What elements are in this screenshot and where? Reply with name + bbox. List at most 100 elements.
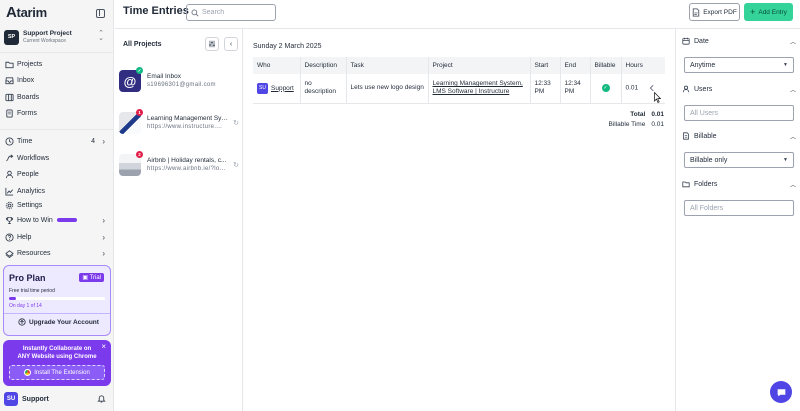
search-box[interactable] <box>186 4 276 21</box>
sidebar-item-forms[interactable]: Forms <box>5 106 109 120</box>
project-url: s19696301@gmail.com <box>147 82 216 88</box>
filter-settings-icon[interactable] <box>205 37 219 51</box>
projects-panel-title: All Projects <box>123 41 162 48</box>
billable-select-value: Billable only <box>690 156 728 164</box>
chevron-updown-icon: ⌃ ⌄ <box>98 30 104 42</box>
project-cell[interactable]: Learning Management System, LMS Software… <box>428 74 531 104</box>
task-cell[interactable]: Lets use new logo design <box>346 74 429 104</box>
page-header: Time Entries Export PDF + Add Entry <box>115 0 800 27</box>
workspace-switcher[interactable]: SP Support Project Current Workspace ⌃ ⌄ <box>4 27 108 47</box>
trophy-icon <box>5 216 14 225</box>
sidebar-item-settings[interactable]: Settings <box>5 200 109 210</box>
filter-users-header[interactable]: Users ︿ <box>682 83 796 95</box>
hours-value: 0.01 <box>625 84 639 92</box>
project-name: Learning Management Sys... <box>147 115 229 122</box>
sidebar-item-people[interactable]: People <box>5 167 109 181</box>
chevron-down-icon: ▼ <box>783 157 788 163</box>
total-value: 0.01 <box>651 111 664 118</box>
table-header-row: Who Description Task Project Start End B… <box>253 57 665 74</box>
filter-billable-header[interactable]: Billable ︿ <box>682 130 796 142</box>
status-badge: ✓ <box>136 67 143 74</box>
end-time: 12:34 <box>564 80 581 88</box>
notification-badge: 2 <box>136 151 143 158</box>
sidebar-item-analytics[interactable]: Analytics <box>5 184 109 198</box>
filter-date-header[interactable]: Date ︿ <box>682 35 796 47</box>
date-select-value: Anytime <box>690 61 716 69</box>
who-name[interactable]: Support <box>271 85 294 92</box>
billable-select[interactable]: Billable only ▼ <box>684 152 794 168</box>
filter-users-label: Users <box>694 85 713 93</box>
project-thumbnail: 1 <box>119 109 143 134</box>
users-input[interactable]: All Users <box>684 105 794 121</box>
filter-date-label: Date <box>694 37 709 45</box>
column-header[interactable]: Who <box>253 57 301 74</box>
filter-folders-header[interactable]: Folders ︿ <box>682 178 796 190</box>
project-item[interactable]: 2 Airbnb | Holiday rentals, c... https:/… <box>119 151 243 179</box>
chat-icon[interactable] <box>770 381 792 403</box>
column-header[interactable]: Start <box>530 57 561 74</box>
date-select[interactable]: Anytime ▼ <box>684 57 794 73</box>
description-line: description <box>304 88 336 96</box>
project-item[interactable]: 1 Learning Management Sys... https://www… <box>119 109 243 137</box>
upgrade-account-button[interactable]: Upgrade Your Account <box>18 318 99 326</box>
sidebar-item-time[interactable]: Time 4 › <box>5 134 109 148</box>
collapse-panel-icon[interactable]: ‹ <box>224 37 238 51</box>
start-cell[interactable]: 12:33 PM <box>530 74 561 104</box>
project-url: https://www.airbnb.ie/?lo... <box>147 166 226 172</box>
collapse-sidebar-icon[interactable] <box>96 9 105 18</box>
link-icon[interactable]: ↻ <box>233 161 239 169</box>
chevron-right-icon: › <box>102 248 105 258</box>
how-to-win-progress <box>56 218 77 222</box>
chevron-right-icon: › <box>102 136 105 146</box>
billable-cell[interactable]: ✓ <box>590 74 622 104</box>
start-time: 12:33 <box>534 80 551 88</box>
bell-icon[interactable] <box>97 394 106 403</box>
export-pdf-button[interactable]: Export PDF <box>689 3 740 21</box>
project-line: LMS Software | Instructure <box>432 88 510 96</box>
app-logo[interactable]: Atarim <box>6 4 47 21</box>
sidebar-item-boards[interactable]: Boards <box>5 90 109 104</box>
divider <box>4 313 110 314</box>
column-header[interactable]: Billable <box>590 57 622 74</box>
end-cell[interactable]: 12:34 PM <box>560 74 591 104</box>
column-header[interactable]: Description <box>300 57 347 74</box>
extension-promo-line1: Instantly Collaborate on <box>22 346 92 352</box>
user-icon <box>5 170 14 179</box>
sidebar: Atarim SP Support Project Current Worksp… <box>0 0 114 411</box>
column-header[interactable]: Hours <box>621 57 665 74</box>
user-profile[interactable]: SU Support <box>4 391 110 407</box>
link-icon[interactable]: ↻ <box>233 119 239 127</box>
billable-time-row: Billable Time 0.01 <box>574 121 664 128</box>
sidebar-item-projects[interactable]: Projects <box>5 57 109 71</box>
install-extension-button[interactable]: Install The Extension <box>9 365 105 380</box>
projects-panel: All Projects ‹ @ ✓ Email Inbox s19696301… <box>115 29 243 411</box>
sidebar-item-help[interactable]: Help › <box>5 230 109 244</box>
pro-plan-card: Pro Plan ▣ Trial Free trial time period … <box>3 265 111 336</box>
table-row[interactable]: SU Support no description Lets use new lo… <box>253 74 665 104</box>
project-thumbnail: 2 <box>119 151 143 176</box>
column-header[interactable]: Task <box>346 57 429 74</box>
user-name: Support <box>22 395 49 403</box>
description-line: no <box>304 80 312 88</box>
folders-placeholder: All Folders <box>690 204 724 212</box>
sidebar-item-label: Help <box>17 233 32 241</box>
project-name: Airbnb | Holiday rentals, c... <box>147 157 227 164</box>
logo-mark: A <box>6 4 17 21</box>
search-icon <box>191 9 199 17</box>
add-entry-button[interactable]: + Add Entry <box>744 3 793 21</box>
chevron-left-icon[interactable] <box>648 84 656 92</box>
sidebar-item-how-to-win[interactable]: How to Win › <box>5 213 109 227</box>
upgrade-label: Upgrade Your Account <box>29 318 99 326</box>
project-item[interactable]: @ ✓ Email Inbox s19696301@gmail.com <box>119 67 243 95</box>
column-header[interactable]: End <box>560 57 591 74</box>
column-header[interactable]: Project <box>428 57 531 74</box>
sidebar-item-inbox[interactable]: Inbox <box>5 73 109 87</box>
description-cell[interactable]: no description <box>300 74 347 104</box>
search-input[interactable] <box>202 9 272 16</box>
sidebar-item-resources[interactable]: Resources › <box>5 246 109 260</box>
sidebar-item-workflows[interactable]: Workflows <box>5 151 109 165</box>
chevron-right-icon: › <box>102 215 105 225</box>
folders-input[interactable]: All Folders <box>684 200 794 216</box>
email-inbox-icon: @ ✓ <box>119 67 143 92</box>
calendar-icon <box>682 37 690 45</box>
